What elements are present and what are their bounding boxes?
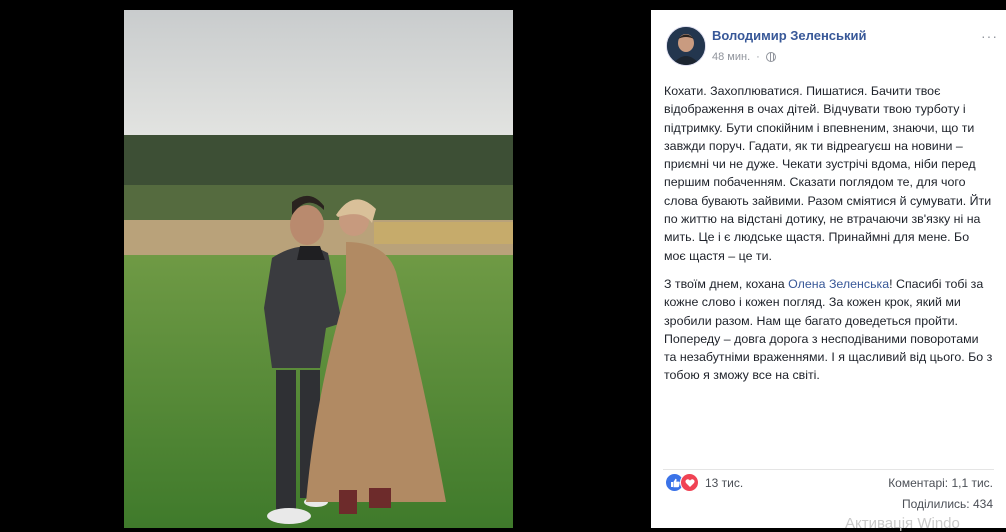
- globe-icon[interactable]: [765, 52, 776, 62]
- paragraph-text: ! Спасибі тобі за кожне слово і кожен по…: [664, 276, 993, 383]
- shares-count[interactable]: Поділились: 434: [902, 497, 993, 511]
- post-time[interactable]: 48 мин.: [712, 51, 750, 63]
- paragraph-text: З твоїм днем, кохана: [664, 276, 789, 291]
- post-meta: 48 мин. ·: [712, 51, 776, 63]
- couple-photo: [124, 10, 513, 528]
- reactions-count: 13 тис.: [705, 475, 744, 490]
- reactions-summary[interactable]: 13 тис.: [665, 473, 743, 492]
- divider: [663, 469, 994, 470]
- post-panel: Володимир Зеленський 48 мин. · ··· Кохат…: [651, 10, 1006, 528]
- love-icon: [680, 473, 699, 492]
- comments-count[interactable]: Коментарі: 1,1 тис.: [888, 476, 993, 490]
- more-options-icon[interactable]: ···: [981, 28, 998, 44]
- author-avatar[interactable]: [666, 26, 706, 66]
- author-name[interactable]: Володимир Зеленський: [712, 28, 867, 43]
- post-photo[interactable]: [124, 10, 513, 528]
- windows-activation-watermark: Активація Windo: [845, 515, 960, 532]
- mention-link[interactable]: Олена Зеленська: [788, 277, 889, 291]
- post-text: Кохати. Захоплюватися. Пишатися. Бачити …: [664, 82, 994, 395]
- post-paragraph: З твоїм днем, кохана Олена Зеленська! Сп…: [664, 275, 994, 385]
- post-paragraph: Кохати. Захоплюватися. Пишатися. Бачити …: [664, 84, 992, 263]
- bullet-separator: ·: [756, 51, 760, 63]
